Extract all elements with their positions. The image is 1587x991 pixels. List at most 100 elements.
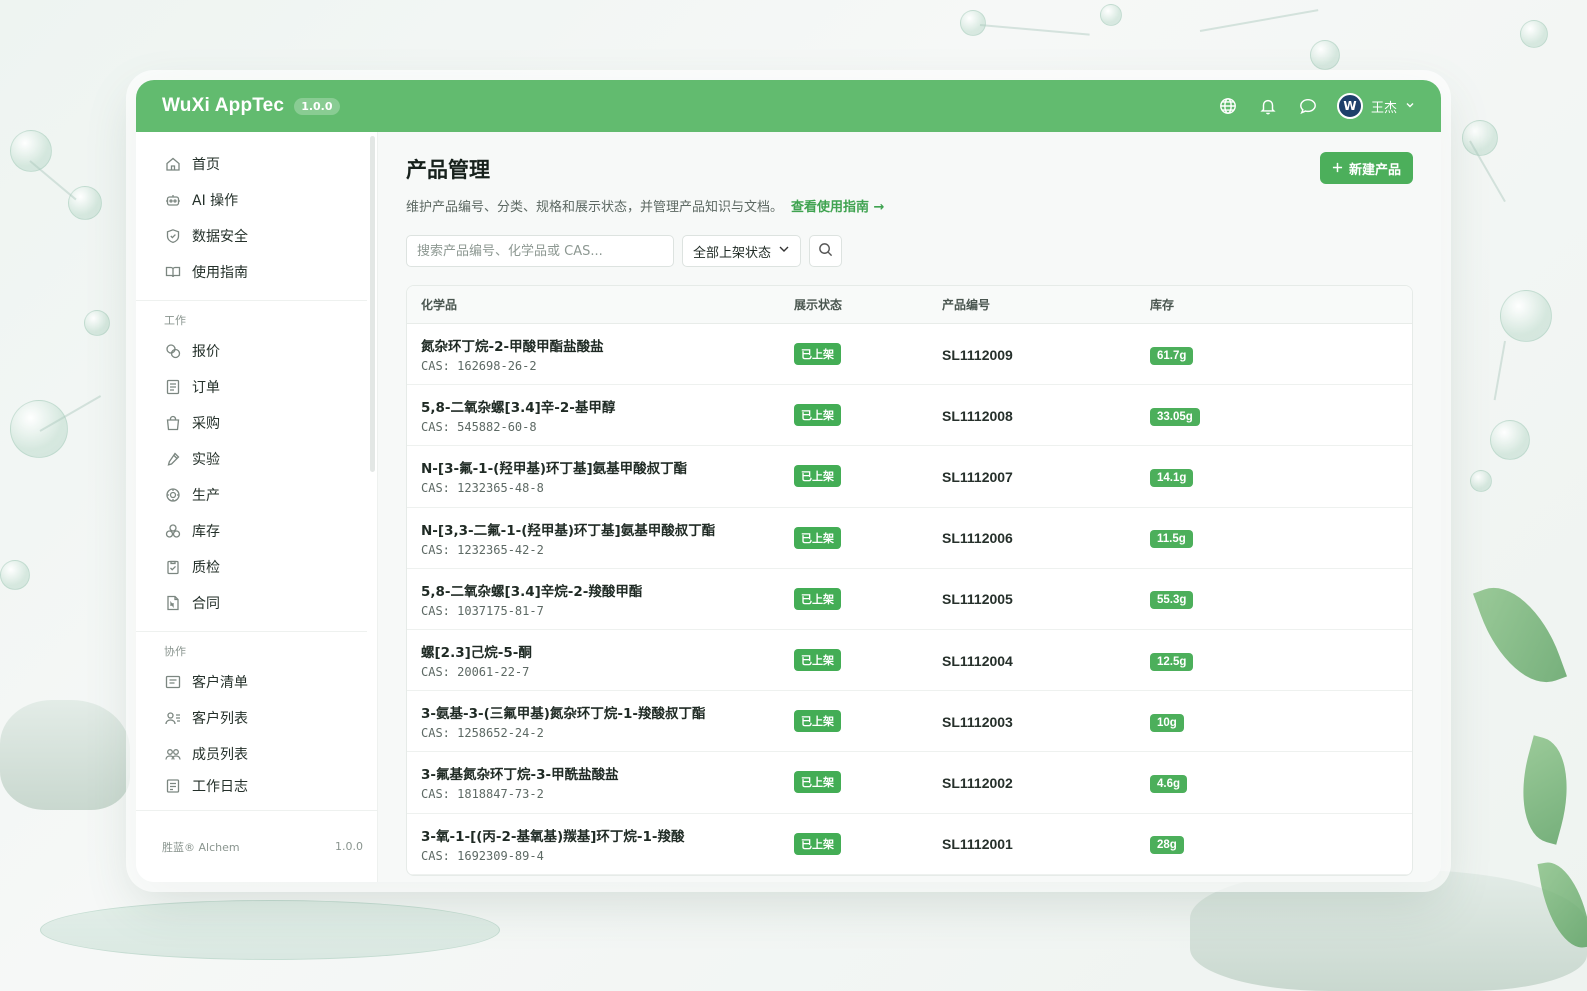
stock-cell: 11.5g	[1150, 527, 1412, 549]
version-badge: 1.0.0	[294, 97, 340, 115]
sidebar-item-ai[interactable]: AI 操作	[136, 182, 377, 218]
stock-badge: 4.6g	[1150, 774, 1188, 793]
user-name: 王杰	[1370, 100, 1397, 116]
table-row[interactable]: 3-氨基-3-(三氟甲基)氮杂环丁烷-1-羧酸叔丁酯 CAS: 1258652-…	[407, 691, 1412, 753]
stock-badge: 14.1g	[1150, 468, 1194, 487]
status-cell: 已上架	[794, 404, 942, 427]
chemical-name[interactable]: 3-氨基-3-(三氟甲基)氮杂环丁烷-1-羧酸叔丁酯	[421, 702, 794, 722]
status-cell: 已上架	[794, 526, 942, 549]
search-button[interactable]	[809, 235, 842, 267]
table-row[interactable]: N-[3,3-二氟-1-(羟甲基)环丁基]氨基甲酸叔丁酯 CAS: 123236…	[407, 508, 1412, 569]
column-header-stock[interactable]: 库存	[1150, 296, 1412, 313]
app-window: WuXi AppTec 1.0.0 W 王杰 首页 AI 操作 数据安全 使用指…	[136, 80, 1441, 882]
sidebar-group-collab: 协作	[164, 645, 186, 658]
status-badge: 已上架	[794, 465, 841, 488]
chemical-name[interactable]: 5,8-二氧杂螺[3.4]辛-2-基甲醇	[421, 396, 794, 416]
column-header-status[interactable]: 展示状态	[794, 296, 942, 313]
status-cell: 已上架	[794, 343, 942, 366]
sidebar-item-worklog[interactable]: 工作日志	[136, 772, 377, 800]
chemical-cell: 5,8-二氧杂螺[3.4]辛烷-2-羧酸甲酯 CAS: 1037175-81-7	[407, 580, 794, 618]
chemical-cell: 5,8-二氧杂螺[3.4]辛-2-基甲醇 CAS: 545882-60-8	[407, 396, 794, 434]
product-id: SL1112003	[942, 713, 1013, 730]
cas-number: CAS: 1232365-48-8	[421, 481, 544, 496]
column-header-product-id[interactable]: 产品编号	[942, 296, 1150, 313]
chemical-name[interactable]: 5,8-二氧杂螺[3.4]辛烷-2-羧酸甲酯	[421, 580, 794, 600]
chemical-name[interactable]: 螺[2.3]己烷-5-酮	[421, 641, 794, 661]
sidebar-item-members[interactable]: 成员列表	[136, 736, 377, 772]
stock-cell: 61.7g	[1150, 344, 1412, 365]
sidebar-item-order[interactable]: 订单	[136, 369, 377, 405]
new-product-button[interactable]: 新建产品	[1319, 152, 1413, 184]
cas-number: CAS: 1692309-89-4	[421, 848, 544, 863]
sidebar-item-guide[interactable]: 使用指南	[136, 254, 377, 290]
sidebar-item-inventory[interactable]: 库存	[136, 513, 377, 549]
cas-number: CAS: 1037175-81-7	[421, 603, 544, 618]
status-badge: 已上架	[794, 526, 841, 549]
boxes-icon	[164, 522, 182, 540]
product-id-cell: SL1112008	[942, 406, 1150, 425]
robot-icon	[164, 191, 182, 209]
user-menu[interactable]: W 王杰	[1336, 93, 1415, 119]
product-id-cell: SL1112002	[942, 773, 1150, 792]
bag-icon	[164, 414, 182, 432]
stock-badge: 55.3g	[1150, 591, 1194, 610]
sidebar-item-quote[interactable]: 报价	[136, 333, 377, 369]
sidebar-item-home[interactable]: 首页	[136, 146, 377, 182]
chemical-name[interactable]: N-[3,3-二氟-1-(羟甲基)环丁基]氨基甲酸叔丁酯	[421, 519, 794, 539]
sidebar-item-contract[interactable]: 合同	[136, 585, 377, 621]
product-id-cell: SL1112006	[942, 528, 1150, 547]
chemical-name[interactable]: N-[3-氟-1-(羟甲基)环丁基]氨基甲酸叔丁酯	[421, 457, 794, 477]
bell-icon[interactable]	[1257, 95, 1279, 117]
status-filter-select[interactable]: 全部上架状态	[682, 235, 801, 267]
sidebar-item-production[interactable]: 生产	[136, 477, 377, 513]
chat-icon[interactable]	[1297, 95, 1319, 117]
top-bar: WuXi AppTec 1.0.0 W 王杰	[136, 80, 1441, 132]
sidebar-item-customers[interactable]: 客户列表	[136, 700, 377, 736]
sidebar-item-experiment[interactable]: 实验	[136, 441, 377, 477]
chemical-cell: N-[3,3-二氟-1-(羟甲基)环丁基]氨基甲酸叔丁酯 CAS: 123236…	[407, 519, 794, 557]
status-badge: 已上架	[794, 771, 841, 794]
table-row[interactable]: 5,8-二氧杂螺[3.4]辛烷-2-羧酸甲酯 CAS: 1037175-81-7…	[407, 569, 1412, 630]
cas-number: CAS: 1818847-73-2	[421, 787, 544, 802]
stock-cell: 28g	[1150, 833, 1412, 855]
sidebar-item-security[interactable]: 数据安全	[136, 218, 377, 254]
contract-icon	[164, 594, 182, 612]
chevron-down-icon	[778, 243, 790, 259]
chemical-cell: N-[3-氟-1-(羟甲基)环丁基]氨基甲酸叔丁酯 CAS: 1232365-4…	[407, 457, 794, 495]
table-row[interactable]: 氮杂环丁烷-2-甲酸甲酯盐酸盐 CAS: 162698-26-2 已上架 SL1…	[407, 324, 1412, 386]
chemical-name[interactable]: 3-氟基氮杂环丁烷-3-甲酰盐酸盐	[421, 763, 794, 783]
chemical-name[interactable]: 氮杂环丁烷-2-甲酸甲酯盐酸盐	[421, 335, 794, 355]
table-row[interactable]: 3-氟基氮杂环丁烷-3-甲酰盐酸盐 CAS: 1818847-73-2 已上架 …	[407, 752, 1412, 814]
search-input[interactable]	[406, 235, 674, 267]
home-icon	[164, 155, 182, 173]
users-icon	[164, 709, 182, 727]
column-header-chemical[interactable]: 化学品	[407, 296, 794, 313]
sidebar-item-client-list[interactable]: 客户清单	[136, 664, 377, 700]
stock-cell: 12.5g	[1150, 650, 1412, 671]
globe-icon[interactable]	[1217, 95, 1239, 117]
chemical-name[interactable]: 3-氧-1-[(丙-2-基氧基)羰基]环丁烷-1-羧酸	[421, 825, 794, 845]
chemical-cell: 3-氧-1-[(丙-2-基氧基)羰基]环丁烷-1-羧酸 CAS: 1692309…	[407, 825, 794, 863]
guide-link[interactable]: 查看使用指南 →	[791, 200, 884, 215]
sidebar-item-purchase[interactable]: 采购	[136, 405, 377, 441]
stock-badge: 28g	[1150, 836, 1184, 855]
table-row[interactable]: 螺[2.3]己烷-5-酮 CAS: 20061-22-7 已上架 SL11120…	[407, 630, 1412, 692]
sidebar-group-work: 工作	[164, 314, 186, 327]
sidebar-scrollbar[interactable]	[370, 136, 375, 472]
product-id-cell: SL1112005	[942, 589, 1150, 608]
sidebar-item-qc[interactable]: 质检	[136, 549, 377, 585]
table-row[interactable]: 3-氧-1-[(丙-2-基氧基)羰基]环丁烷-1-羧酸 CAS: 1692309…	[407, 814, 1412, 875]
product-id: SL1112004	[942, 652, 1013, 669]
footer-version: 1.0.0	[335, 840, 363, 853]
book-icon	[164, 263, 182, 281]
status-badge: 已上架	[794, 404, 841, 427]
brand-logo[interactable]: WuXi AppTec	[162, 95, 284, 117]
table-row[interactable]: 5,8-二氧杂螺[3.4]辛-2-基甲醇 CAS: 545882-60-8 已上…	[407, 385, 1412, 447]
table-row[interactable]: N-[3-氟-1-(羟甲基)环丁基]氨基甲酸叔丁酯 CAS: 1232365-4…	[407, 446, 1412, 508]
table-body: 氮杂环丁烷-2-甲酸甲酯盐酸盐 CAS: 162698-26-2 已上架 SL1…	[407, 324, 1412, 875]
status-cell: 已上架	[794, 771, 942, 794]
status-badge: 已上架	[794, 710, 841, 733]
search-icon	[818, 242, 833, 261]
order-icon	[164, 378, 182, 396]
product-id-cell: SL1112003	[942, 712, 1150, 731]
